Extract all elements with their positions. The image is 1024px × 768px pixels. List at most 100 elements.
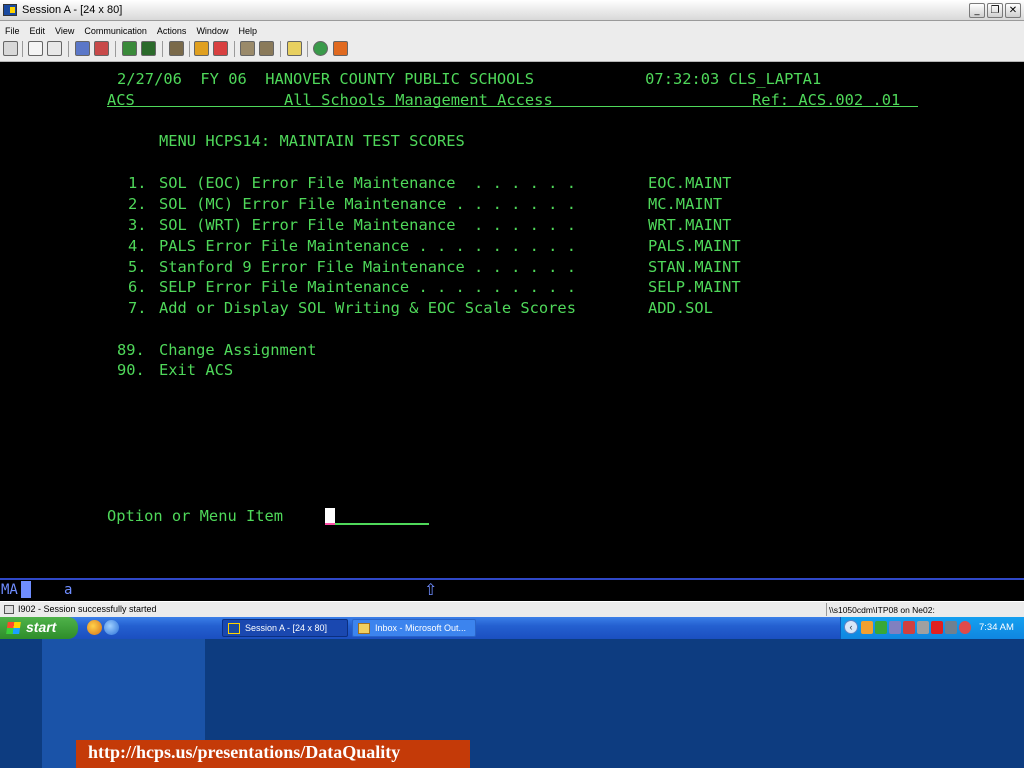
tray-expand-icon[interactable]: ‹ <box>844 620 858 634</box>
color-map-icon[interactable] <box>141 41 156 56</box>
tray-people-icon[interactable] <box>889 621 901 634</box>
task-label: Inbox - Microsoft Out... <box>375 623 467 633</box>
toolbar-separator <box>307 41 308 57</box>
menu-item-code[interactable]: WRT.MAINT <box>648 215 731 235</box>
tray-connection-icon[interactable] <box>917 621 929 634</box>
menu-item-number: 4. <box>128 237 147 255</box>
menu-item-label[interactable]: SOL (EOC) Error File Maintenance . . . .… <box>159 173 576 193</box>
internet-explorer-icon[interactable] <box>104 620 119 635</box>
screen: Session A - [24 x 80] _ ❐ ✕ File Edit View… <box>0 0 1024 768</box>
globe-icon[interactable] <box>313 41 328 56</box>
tray-display-icon[interactable] <box>945 621 957 634</box>
window-titlebar[interactable]: Session A - [24 x 80] _ ❐ ✕ <box>0 0 1024 21</box>
ref-code: Ref: ACS.002 .01 <box>752 91 901 109</box>
task-session-a[interactable]: Session A - [24 x 80] <box>222 619 348 637</box>
clock[interactable]: 7:34 AM <box>979 622 1014 633</box>
outlook-icon <box>358 623 370 634</box>
task-outlook-inbox[interactable]: Inbox - Microsoft Out... <box>352 619 476 637</box>
display-icon[interactable] <box>122 41 137 56</box>
menu-item-number: 6. <box>128 278 147 296</box>
system-tray: ‹ 7:34 AM <box>840 617 1024 639</box>
close-button[interactable]: ✕ <box>1005 3 1021 18</box>
tray-adobe-icon[interactable] <box>931 621 943 634</box>
menu-item-label[interactable]: Change Assignment <box>159 340 317 360</box>
macro-record-icon[interactable] <box>194 41 209 56</box>
session-status-bar: I902 - Session successfully started \\s1… <box>0 601 1024 617</box>
window-title: Session A - [24 x 80] <box>22 4 123 16</box>
menu-title: MENU HCPS14: MAINTAIN TEST SCORES <box>159 132 465 150</box>
menu-item-code[interactable]: SELP.MAINT <box>648 277 741 297</box>
presentation-url: http://hcps.us/presentations/DataQuality <box>88 742 401 762</box>
cursor-underline <box>325 523 335 525</box>
connection-path: \\s1050cdm\ITP08 on Ne02: <box>826 603 1024 616</box>
start-label: start <box>26 619 57 635</box>
restore-button[interactable]: ❐ <box>987 3 1003 18</box>
slide-background: http://hcps.us/presentations/DataQuality <box>0 639 1024 768</box>
session-status-icon <box>4 605 14 614</box>
task-label: Session A - [24 x 80] <box>245 623 328 633</box>
shift-arrow-icon: ⇧ <box>424 580 438 599</box>
toolbar-separator <box>280 41 281 57</box>
menu-item-number: 2. <box>128 195 147 213</box>
notepad-icon[interactable] <box>287 41 302 56</box>
status-message: I902 - Session successfully started <box>18 604 157 614</box>
session-indicator: a <box>64 582 73 598</box>
header-underline <box>107 106 918 107</box>
windows-taskbar: start Session A - [24 x 80] Inbox - Micr… <box>0 617 1024 639</box>
menu-item-number: 3. <box>128 216 147 234</box>
firefox-icon[interactable] <box>87 620 102 635</box>
menu-bar: File Edit View Communication Actions Window He… <box>0 21 1024 36</box>
print-screen-icon[interactable] <box>3 41 18 56</box>
tray-network-icon[interactable] <box>875 621 887 634</box>
menu-item-number: 1. <box>128 174 147 192</box>
menu-item-code[interactable]: PALS.MAINT <box>648 236 741 256</box>
toolbar-separator <box>162 41 163 57</box>
menu-item-number: 90. <box>117 361 145 379</box>
menu-item-number: 5. <box>128 258 147 276</box>
start-button[interactable]: start <box>0 617 78 639</box>
send-file-icon[interactable] <box>75 41 90 56</box>
session-task-icon <box>228 623 240 634</box>
toolbar-separator <box>115 41 116 57</box>
menu-item-label[interactable]: Exit ACS <box>159 360 233 380</box>
session-icon <box>3 4 17 16</box>
menu-item-number: 89. <box>117 341 145 359</box>
toolbar-separator <box>234 41 235 57</box>
app-code: ACS <box>107 91 135 109</box>
menu-item-code[interactable]: EOC.MAINT <box>648 173 731 193</box>
macro-play-icon[interactable] <box>240 41 255 56</box>
menu-item-code[interactable]: STAN.MAINT <box>648 257 741 277</box>
menu-item-label[interactable]: SELP Error File Maintenance . . . . . . … <box>159 277 576 297</box>
menu-item-label[interactable]: SOL (MC) Error File Maintenance . . . . … <box>159 194 576 214</box>
connection-block <box>21 581 31 598</box>
toolbar-separator <box>189 41 190 57</box>
menu-item-number: 7. <box>128 299 147 317</box>
tray-app-icon[interactable] <box>861 621 873 634</box>
toolbar-separator <box>22 41 23 57</box>
copy-icon[interactable] <box>28 41 43 56</box>
macro-edit-icon[interactable] <box>259 41 274 56</box>
paste-icon[interactable] <box>47 41 62 56</box>
receive-file-icon[interactable] <box>94 41 109 56</box>
menu-item-code[interactable]: MC.MAINT <box>648 194 722 214</box>
option-input-field[interactable] <box>335 523 429 525</box>
option-prompt: Option or Menu Item <box>107 507 284 525</box>
menu-item-label[interactable]: Add or Display SOL Writing & EOC Scale S… <box>159 298 576 318</box>
menu-item-code[interactable]: ADD.SOL <box>648 298 713 318</box>
ma-indicator: MA <box>1 582 18 598</box>
macro-stop-icon[interactable] <box>213 41 228 56</box>
minimize-button[interactable]: _ <box>969 3 985 18</box>
menu-item-label[interactable]: SOL (WRT) Error File Maintenance . . . .… <box>159 215 576 235</box>
text-cursor <box>325 508 335 524</box>
menu-item-label[interactable]: PALS Error File Maintenance . . . . . . … <box>159 236 576 256</box>
tray-antivirus-icon[interactable] <box>959 621 971 634</box>
help-icon[interactable] <box>333 41 348 56</box>
operator-info-area: MA a ⇧ <box>0 578 1024 601</box>
menu-item-label[interactable]: Stanford 9 Error File Maintenance . . . … <box>159 257 576 277</box>
windows-logo-icon <box>6 622 21 634</box>
keyboard-map-icon[interactable] <box>169 41 184 56</box>
tray-security-icon[interactable] <box>903 621 915 634</box>
app-subtitle: All Schools Management Access <box>284 91 553 109</box>
header-line: 2/27/06 FY 06 HANOVER COUNTY PUBLIC SCHO… <box>117 70 822 88</box>
terminal-screen[interactable]: 2/27/06 FY 06 HANOVER COUNTY PUBLIC SCHO… <box>0 62 1024 578</box>
